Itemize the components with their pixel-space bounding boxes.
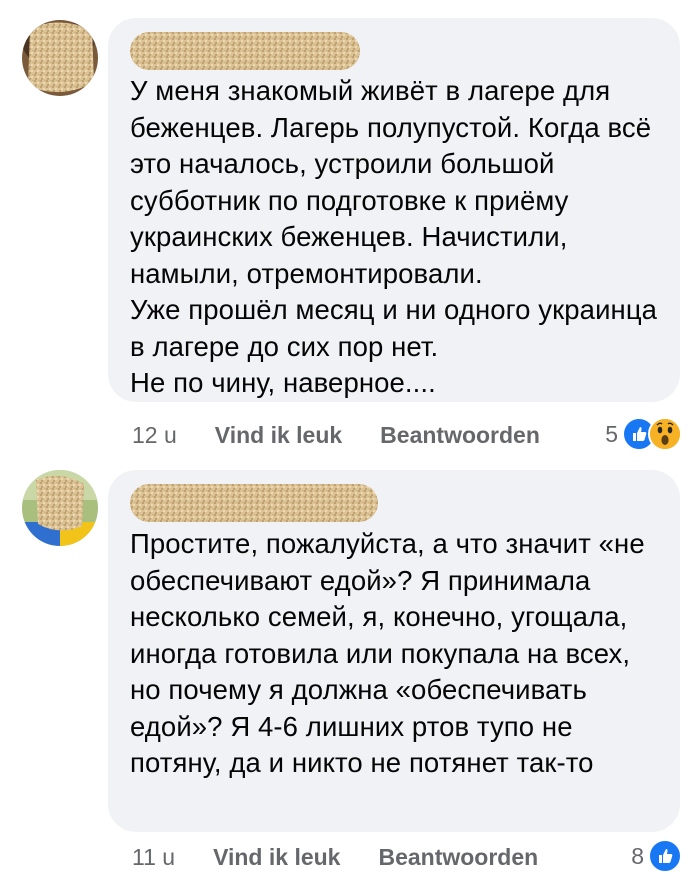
like-icon	[648, 839, 682, 873]
reaction-count: 8	[631, 842, 644, 869]
comment-actions: 12 u Vind ik leuk Beantwoorden	[132, 418, 540, 452]
reply-button[interactable]: Beantwoorden	[380, 422, 540, 449]
comment-bubble: Простите, пожалуйста, а что значит «не о…	[108, 470, 680, 832]
reply-button[interactable]: Beantwoorden	[378, 844, 538, 871]
redacted-author-name[interactable]	[130, 32, 360, 70]
comment-text: Простите, пожалуйста, а что значит «не о…	[130, 528, 645, 778]
like-button[interactable]: Vind ik leuk	[213, 844, 340, 871]
comment-actions: 11 u Vind ik leuk Beantwoorden	[132, 840, 538, 874]
reaction-summary[interactable]: 8	[631, 839, 682, 873]
comment-timestamp[interactable]: 12 u	[132, 422, 177, 449]
comment-bubble: У меня знакомый живёт в лагере для бежен…	[108, 18, 680, 402]
reaction-count: 5	[605, 420, 618, 447]
redacted-author-name[interactable]	[130, 484, 378, 522]
like-button[interactable]: Vind ik leuk	[215, 422, 342, 449]
avatar[interactable]	[22, 20, 98, 96]
comment-text: У меня знакомый живёт в лагере для бежен…	[130, 75, 658, 398]
avatar[interactable]	[22, 470, 98, 546]
wow-icon	[648, 417, 682, 451]
reaction-summary[interactable]: 5	[605, 417, 682, 451]
comment-timestamp[interactable]: 11 u	[132, 844, 175, 871]
